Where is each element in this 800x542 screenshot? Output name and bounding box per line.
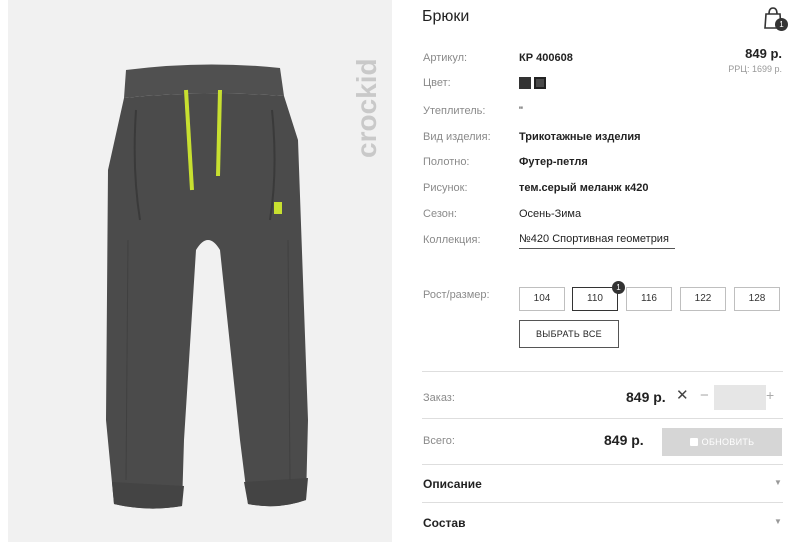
color-swatch-dark[interactable] <box>519 77 531 89</box>
size-option-116[interactable]: 116 <box>626 287 672 311</box>
divider <box>422 371 783 372</box>
size-selected-count-badge: 1 <box>612 281 625 294</box>
product-photo: crockid <box>8 0 392 542</box>
fabric-label: Полотно: <box>423 156 470 168</box>
product-type-label: Вид изделия: <box>423 131 491 143</box>
chevron-down-icon[interactable]: ▼ <box>774 517 782 526</box>
divider <box>422 464 783 465</box>
cart-icon <box>689 438 698 446</box>
pants-illustration <box>106 64 308 509</box>
article-label: Артикул: <box>423 52 468 64</box>
quantity-increase-button[interactable]: + <box>766 387 774 403</box>
quantity-input[interactable] <box>714 385 766 410</box>
order-price: 849 р. <box>626 389 666 405</box>
fabric-value: Футер-петля <box>519 156 588 168</box>
color-label: Цвет: <box>423 77 451 89</box>
product-type-value: Трикотажные изделия <box>519 131 641 143</box>
size-option-104[interactable]: 104 <box>519 287 565 311</box>
pattern-value: тем.серый меланж к420 <box>519 182 649 194</box>
divider <box>422 418 783 419</box>
update-button[interactable]: ОБНОВИТЬ <box>662 428 782 456</box>
article-value: КР 400608 <box>519 52 573 64</box>
size-label: Рост/размер: <box>423 289 490 301</box>
pattern-label: Рисунок: <box>423 182 468 194</box>
close-icon[interactable]: ✕ <box>676 386 689 404</box>
size-option-110[interactable]: 110 <box>572 287 618 311</box>
update-button-label: ОБНОВИТЬ <box>701 437 755 447</box>
divider <box>422 502 783 503</box>
insulation-label: Утеплитель: <box>423 105 486 117</box>
collection-value: №420 Спортивная геометрия <box>519 232 675 249</box>
description-accordion[interactable]: Описание <box>423 477 482 491</box>
color-swatch-selected[interactable] <box>534 77 546 89</box>
size-option-128[interactable]: 128 <box>734 287 780 311</box>
recommended-price: РРЦ: 1699 р. <box>728 64 782 74</box>
collection-label: Коллекция: <box>423 234 481 246</box>
total-label: Всего: <box>423 435 455 447</box>
order-label: Заказ: <box>423 392 455 404</box>
product-title: Брюки <box>422 8 470 25</box>
brand-logo: crockid <box>351 58 382 158</box>
season-label: Сезон: <box>423 208 457 220</box>
size-option-122[interactable]: 122 <box>680 287 726 311</box>
product-price: 849 р. <box>745 46 782 61</box>
quantity-decrease-button[interactable]: − <box>700 387 709 404</box>
composition-accordion[interactable]: Состав <box>423 516 465 530</box>
insulation-value: " <box>519 105 523 117</box>
cart-count-badge: 1 <box>775 18 788 31</box>
chevron-down-icon[interactable]: ▼ <box>774 478 782 487</box>
total-price: 849 р. <box>604 432 644 448</box>
brand-logo-text: crockid <box>351 58 382 158</box>
select-all-sizes-button[interactable]: ВЫБРАТЬ ВСЕ <box>519 320 619 348</box>
season-value: Осень-Зима <box>519 208 582 220</box>
